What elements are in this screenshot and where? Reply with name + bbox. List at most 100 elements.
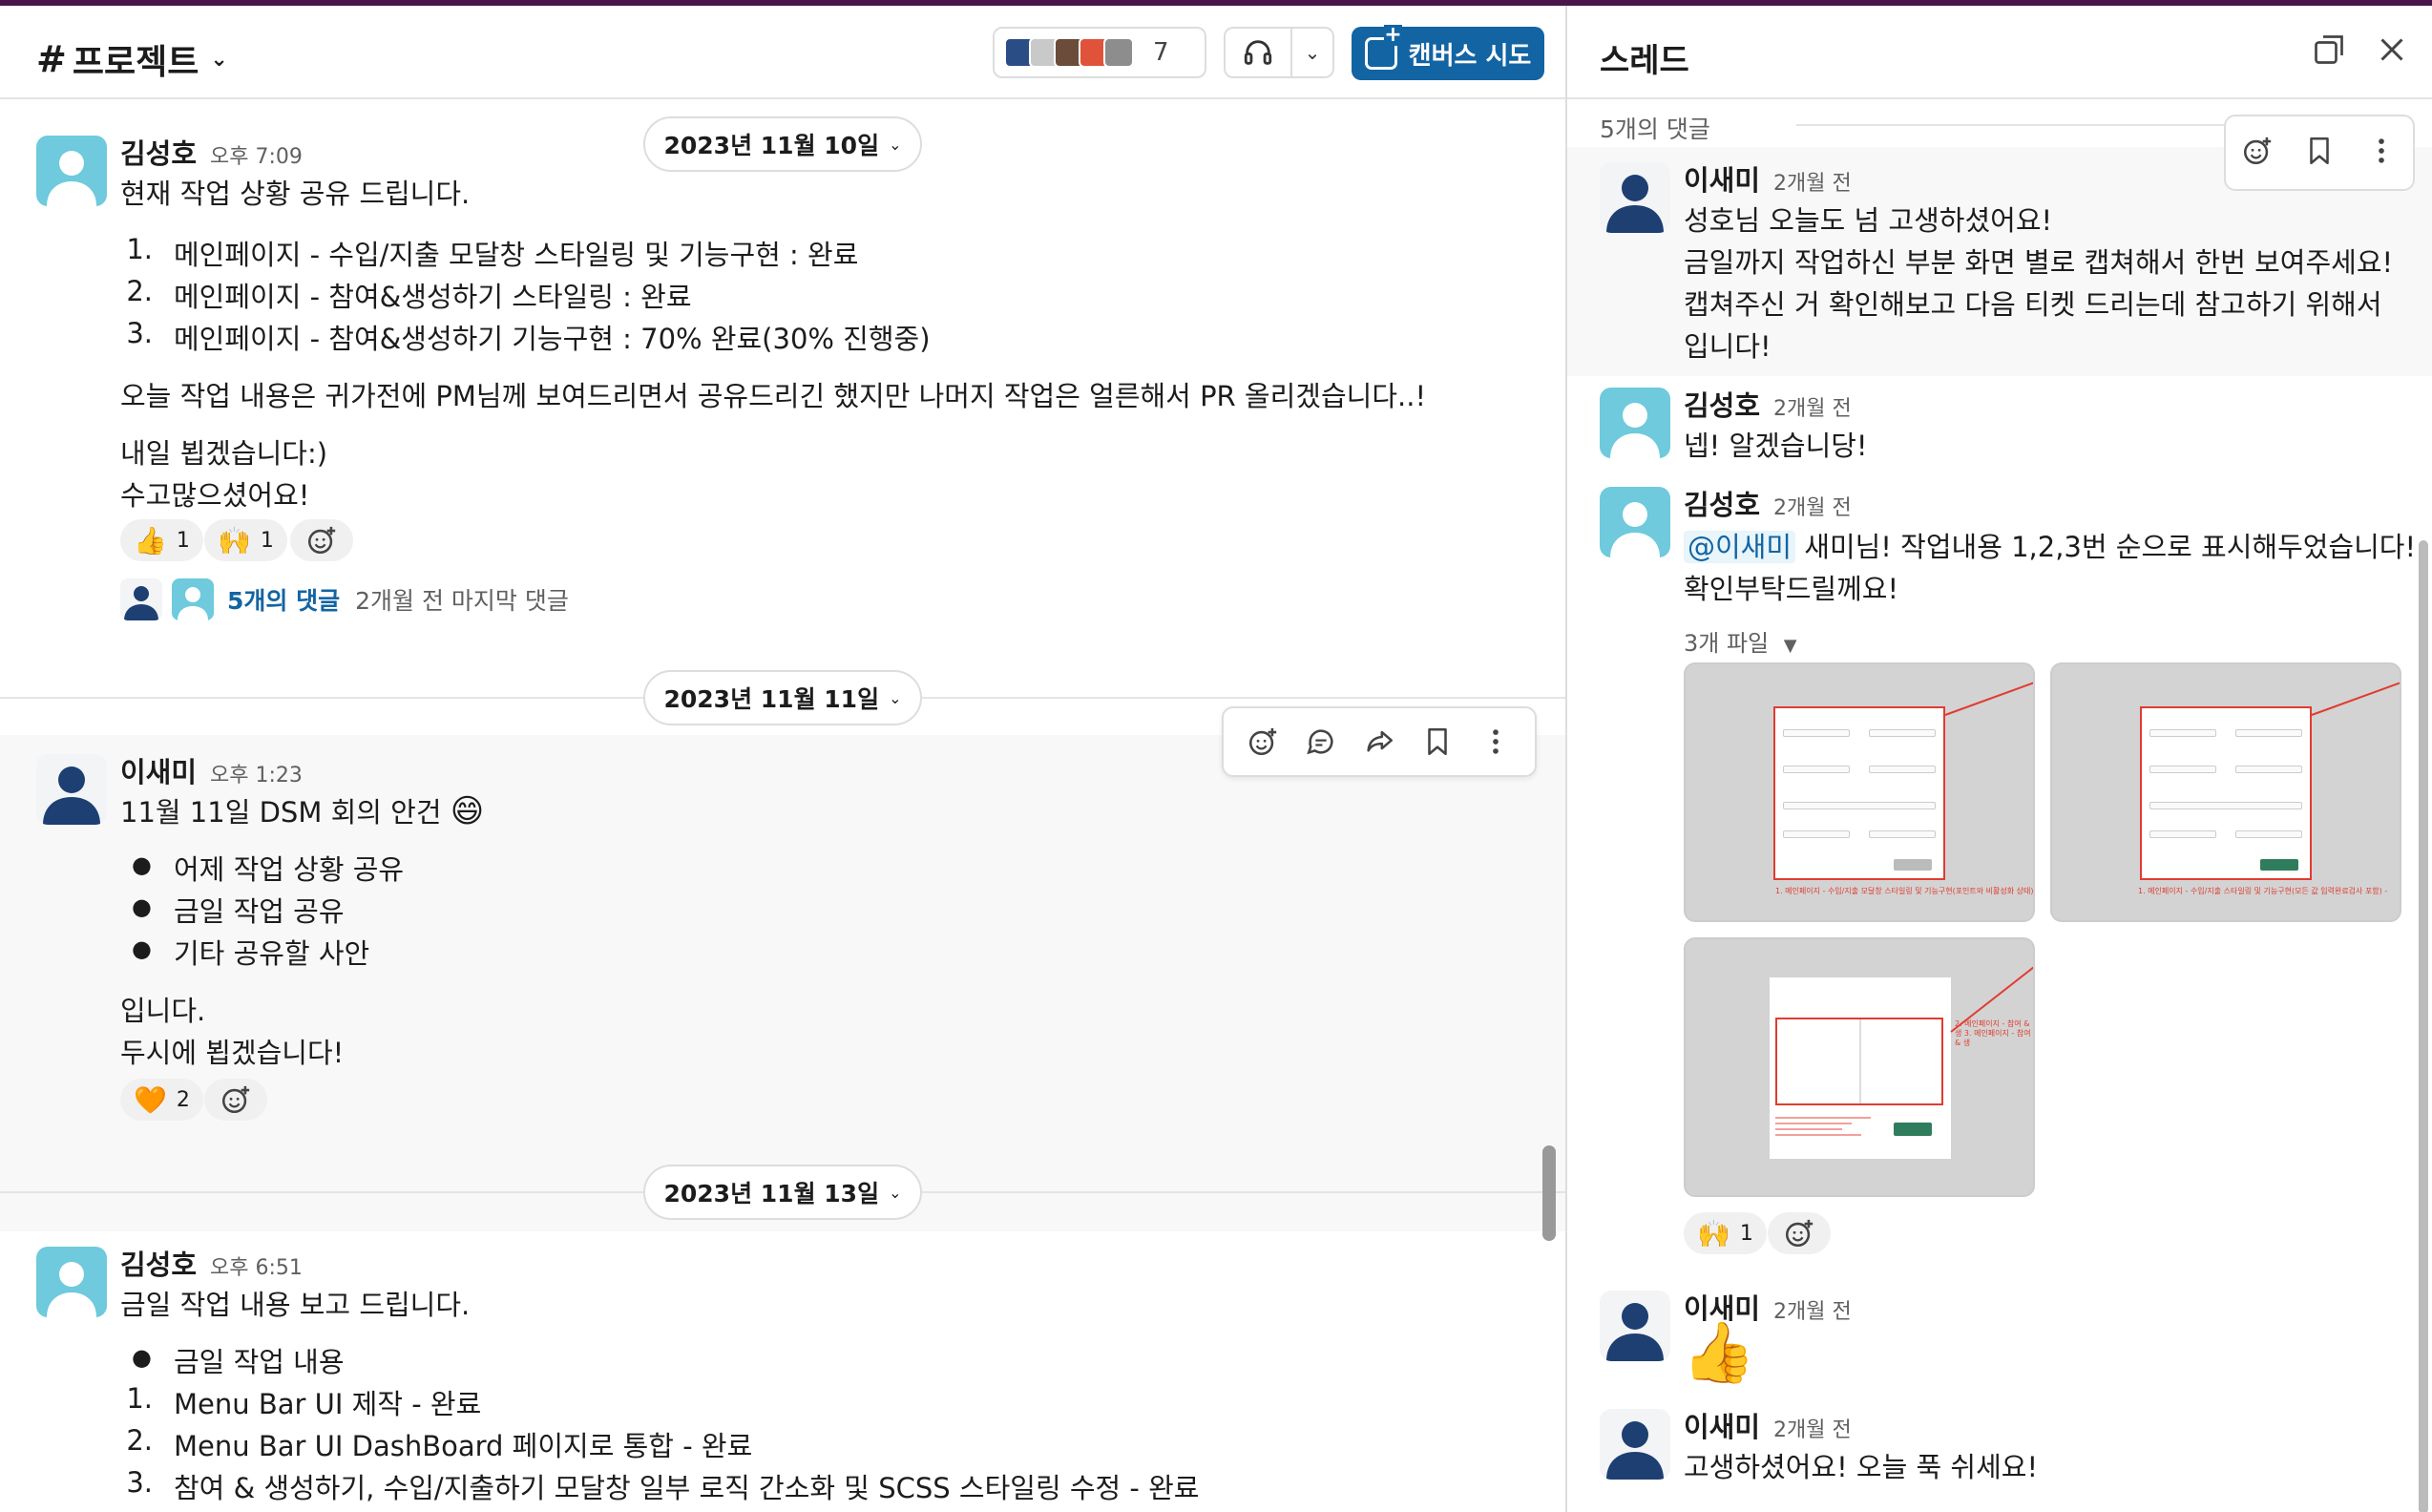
form-button: [1894, 859, 1932, 871]
avatar[interactable]: [36, 754, 107, 825]
canvas-button[interactable]: 캔버스 시도: [1352, 25, 1544, 80]
more-actions-icon[interactable]: [1475, 721, 1517, 763]
scrollbar-thumb[interactable]: [1542, 1145, 1556, 1241]
timestamp[interactable]: 오후 1:23: [210, 758, 303, 788]
add-emoji-icon: [221, 1085, 250, 1114]
avatar[interactable]: [36, 136, 107, 206]
message-actions-toolbar: [1222, 706, 1537, 777]
file-thumbnail[interactable]: 2. 메인페이지 - 참여 & 생 3. 메인페이지 - 참여 & 생: [1684, 937, 2035, 1197]
reaction-raised-hands[interactable]: 🙌 1: [1684, 1212, 1767, 1254]
channel-name-button[interactable]: # 프로젝트 ⌄: [36, 34, 228, 84]
reaction-thumbsup[interactable]: 👍 1: [120, 519, 203, 561]
add-reaction-button[interactable]: [290, 519, 353, 561]
reply-header: 이새미 2개월 전: [1684, 158, 1852, 199]
add-reaction-icon[interactable]: [1242, 721, 1284, 763]
timestamp[interactable]: 2개월 전: [1773, 391, 1852, 422]
chevron-down-icon: ⌄: [889, 688, 902, 707]
form-row: [1783, 802, 1936, 809]
chevron-down-icon: ⌄: [210, 47, 228, 72]
list-item: 메인페이지 - 참여&생성하기 스타일링 : 완료: [174, 281, 692, 313]
message-text-body: 11월 11일 DSM 회의 안건: [120, 796, 442, 829]
highlight-box: [1775, 1018, 1943, 1105]
author-name[interactable]: 김성호: [120, 132, 197, 172]
channel-pane: # 프로젝트 ⌄ 7 ⌄ 캔버스 시도 2023년 11월 10일: [0, 6, 1565, 1512]
forward-icon[interactable]: [1358, 721, 1400, 763]
message-text: 현재 작업 상황 공유 드립니다.: [120, 178, 471, 210]
author-name[interactable]: 이새미: [1684, 1405, 1760, 1445]
file-thumbnail[interactable]: 1. 메인페이지 - 수입/지출 스타일링 및 기능구현(모든 값 입력완료검사…: [2050, 662, 2401, 922]
bullet: ●: [132, 935, 152, 962]
list-number: 3.: [126, 1466, 153, 1499]
chevron-down-icon: ⌄: [889, 135, 902, 154]
add-reaction-button[interactable]: [1768, 1212, 1831, 1254]
author-name[interactable]: 이새미: [1684, 158, 1760, 199]
timestamp[interactable]: 오후 7:09: [210, 139, 303, 170]
reply-thread-icon[interactable]: [1300, 721, 1342, 763]
timestamp[interactable]: 2개월 전: [1773, 491, 1852, 521]
reaction-orange-heart[interactable]: 🧡 2: [120, 1079, 203, 1121]
avatar[interactable]: [1600, 487, 1670, 557]
avatar[interactable]: [1600, 1409, 1670, 1480]
annotation-notes: [1775, 1113, 1871, 1155]
author-name[interactable]: 김성호: [120, 1243, 197, 1283]
close-icon[interactable]: [2375, 32, 2409, 71]
members-button[interactable]: 7: [993, 27, 1206, 78]
author-name[interactable]: 김성호: [1684, 483, 1760, 523]
add-emoji-icon: [307, 526, 336, 555]
list-item: 어제 작업 상황 공유: [174, 853, 405, 886]
timestamp[interactable]: 2개월 전: [1773, 166, 1852, 197]
avatar[interactable]: [36, 1247, 107, 1317]
raised-hands-icon: 🙌: [218, 524, 251, 556]
form-row: [1783, 729, 1850, 737]
date-divider-button[interactable]: 2023년 11월 13일 ⌄: [643, 1165, 922, 1220]
date-divider-button[interactable]: 2023년 11월 11일 ⌄: [643, 670, 922, 725]
files-toggle[interactable]: 3개 파일 ▼: [1684, 624, 1797, 658]
hash-icon: #: [36, 38, 67, 80]
timestamp[interactable]: 2개월 전: [1773, 1294, 1852, 1325]
add-reaction-button[interactable]: [204, 1079, 267, 1121]
user-mention[interactable]: @이새미: [1684, 531, 1796, 563]
bookmark-icon[interactable]: [1416, 721, 1458, 763]
more-actions-icon[interactable]: [2365, 135, 2398, 171]
form-row: [2149, 766, 2216, 773]
list-number: 3.: [126, 317, 153, 349]
author-name[interactable]: 이새미: [120, 750, 197, 790]
avatar[interactable]: [1600, 1291, 1670, 1361]
thread-header-actions: [2312, 32, 2409, 71]
replies-link[interactable]: 5개의 댓글: [227, 582, 340, 617]
channel-title: 프로젝트: [72, 43, 199, 82]
list-item: 금일 작업 내용: [174, 1346, 345, 1378]
reply-text: @이새미 새미님! 작업내용 1,2,3번 순으로 표시해두었습니다!: [1684, 525, 2416, 565]
reaction-raised-hands[interactable]: 🙌 1: [204, 519, 287, 561]
timestamp[interactable]: 오후 6:51: [210, 1250, 303, 1281]
message-header: 이새미 오후 1:23: [120, 750, 303, 790]
canvas-button-label: 캔버스 시도: [1408, 41, 1532, 71]
member-count: 7: [1153, 38, 1169, 67]
open-in-window-icon[interactable]: [2312, 32, 2346, 71]
avatar[interactable]: [1600, 388, 1670, 458]
chevron-down-icon[interactable]: ⌄: [1292, 41, 1332, 64]
avatar[interactable]: [1600, 162, 1670, 233]
bullet: ●: [132, 893, 152, 920]
bullet: ●: [132, 1344, 152, 1371]
scrollbar-thumb[interactable]: [2419, 540, 2428, 1512]
annotation-line: [1944, 678, 2033, 716]
add-reaction-icon[interactable]: [2241, 135, 2274, 171]
list-number: 2.: [126, 1424, 153, 1457]
list-item: 금일 작업 공유: [174, 895, 345, 928]
reaction-count: 2: [176, 1087, 190, 1112]
reply-header: 김성호 2개월 전: [1684, 384, 1852, 424]
timestamp[interactable]: 2개월 전: [1773, 1413, 1852, 1443]
headphones-icon[interactable]: [1226, 29, 1292, 76]
form-row: [2149, 802, 2302, 809]
reaction-count: 1: [176, 528, 190, 553]
reply-header: 이새미 2개월 전: [1684, 1405, 1852, 1445]
bookmark-icon[interactable]: [2303, 135, 2336, 171]
author-name[interactable]: 김성호: [1684, 384, 1760, 424]
thread-pane: 스레드 5개의 댓글 이새미 2개월 전 성호님 오늘도 넘 고생하셨어요! 금…: [1565, 6, 2432, 1512]
list-item: Menu Bar UI DashBoard 페이지로 통합 - 완료: [174, 1430, 753, 1462]
form-row: [1783, 766, 1850, 773]
file-thumbnail[interactable]: 1. 메인페이지 - 수입/지출 모달창 스타일링 및 기능구현(포인트와 비활…: [1684, 662, 2035, 922]
date-divider-button[interactable]: 2023년 11월 10일 ⌄: [643, 116, 922, 172]
thread-replies-bar[interactable]: 5개의 댓글 2개월 전 마지막 댓글: [120, 578, 569, 620]
